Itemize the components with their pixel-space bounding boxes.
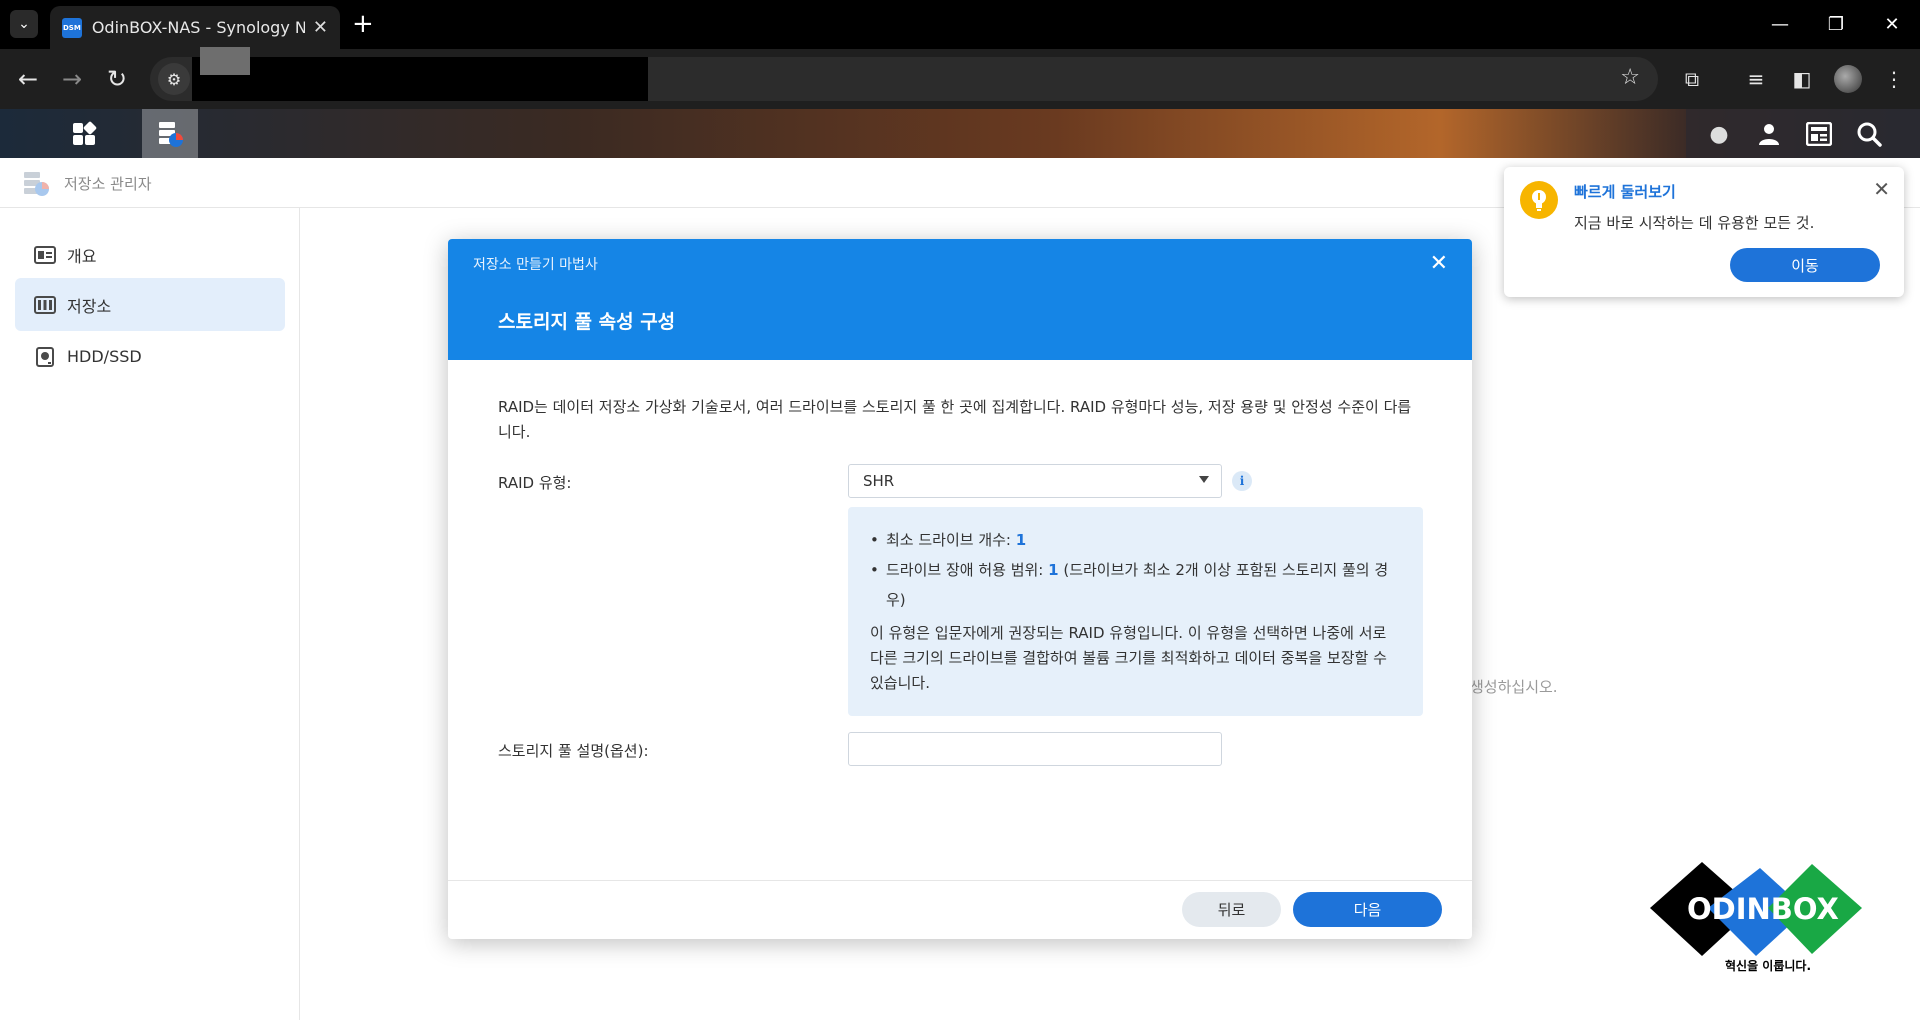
browser-menu-icon[interactable]: ⋮	[1878, 63, 1910, 95]
restore-button[interactable]: ❐	[1808, 0, 1864, 49]
close-icon[interactable]: ✕	[1430, 251, 1448, 276]
storage-columns-icon	[33, 295, 57, 315]
quick-tour-toast: 빠르게 둘러보기 지금 바로 시작하는 데 유용한 모든 것. ✕ 이동	[1504, 167, 1904, 297]
raid-type-select[interactable]: SHR	[848, 464, 1222, 498]
footer-divider	[448, 880, 1472, 881]
dsm-taskbar: ●	[0, 109, 1920, 158]
user-icon[interactable]	[1754, 119, 1784, 149]
create-storage-wizard-dialog: 저장소 만들기 마법사 ✕ 스토리지 풀 속성 구성 RAID는 데이터 저장소…	[448, 239, 1472, 939]
raid-info-box: 최소 드라이브 개수: 1 드라이브 장애 허용 범위: 1 (드라이브가 최소…	[848, 507, 1423, 716]
raid-description-text: RAID는 데이터 저장소 가상화 기술로서, 여러 드라이브를 스토리지 풀 …	[498, 398, 1412, 441]
pool-description-input[interactable]	[848, 732, 1222, 766]
sidebar-item-storage[interactable]: 저장소	[15, 278, 285, 331]
browser-toolbar: ← → ↻ ⚙ ☆ ⧉ ≡ ◧ ⋮	[0, 47, 1920, 109]
toast-title: 빠르게 둘러보기	[1574, 183, 1676, 201]
url-redacted	[192, 57, 648, 101]
sidebar-item-hdd-ssd[interactable]: HDD/SSD	[15, 330, 285, 383]
profile-avatar[interactable]	[1834, 65, 1862, 93]
sidebar: 개요 저장소 HDD/SSD	[0, 208, 300, 1020]
dsm-favicon-icon: DSM	[62, 17, 82, 38]
fault-tolerance-value: 1	[1048, 561, 1059, 579]
background-hint-text: 생성하십시오.	[1470, 678, 1558, 696]
step-title: 스토리지 풀 속성 구성	[498, 311, 676, 333]
logo-text: ODINBOX	[1687, 892, 1839, 926]
minimize-button[interactable]: —	[1752, 0, 1808, 49]
extensions-icon[interactable]: ⧉	[1676, 63, 1708, 95]
overview-card-icon	[33, 245, 57, 265]
new-tab-button[interactable]: +	[352, 10, 374, 38]
fault-tolerance-label: 드라이브 장애 허용 범위:	[886, 561, 1044, 579]
close-icon[interactable]: ✕	[1873, 177, 1890, 201]
forward-arrow-icon[interactable]: →	[56, 63, 88, 95]
dialog-window-title: 저장소 만들기 마법사	[473, 257, 598, 273]
back-arrow-icon[interactable]: ←	[12, 63, 44, 95]
pool-description-label: 스토리지 풀 설명(옵션):	[498, 742, 649, 760]
disk-icon	[33, 346, 57, 367]
info-icon[interactable]: i	[1232, 471, 1252, 491]
min-drives-label: 최소 드라이브 개수:	[886, 531, 1011, 549]
bookmark-star-icon[interactable]: ☆	[1620, 65, 1640, 90]
address-bar[interactable]: ⚙ ☆	[150, 47, 1658, 101]
toast-message: 지금 바로 시작하는 데 유용한 모든 것.	[1574, 214, 1815, 232]
go-button[interactable]: 이동	[1730, 248, 1880, 282]
fault-tolerance-item: 드라이브 장애 허용 범위: 1 (드라이브가 최소 2개 이상 포함된 스토리…	[870, 555, 1401, 615]
min-drives-value: 1	[1015, 531, 1027, 549]
storage-manager-taskbar-icon[interactable]	[142, 109, 198, 158]
side-panel-icon[interactable]: ◧	[1786, 63, 1818, 95]
tab-close-icon[interactable]: ✕	[313, 17, 328, 38]
tab-title: OdinBOX-NAS - Synology NAS	[91, 18, 305, 37]
sidebar-item-overview[interactable]: 개요	[15, 228, 285, 281]
main-menu-grid-icon[interactable]	[56, 109, 112, 158]
close-window-button[interactable]: ✕	[1864, 0, 1920, 49]
dialog-header: 저장소 만들기 마법사 ✕ 스토리지 풀 속성 구성	[448, 239, 1472, 360]
raid-type-value: SHR	[863, 472, 895, 490]
tab-search-dropdown-icon[interactable]: ⌄	[10, 10, 38, 38]
min-drives-item: 최소 드라이브 개수: 1	[870, 525, 1401, 555]
raid-type-recommendation: 이 유형은 입문자에게 권장되는 RAID 유형입니다. 이 유형을 선택하면 …	[870, 624, 1387, 692]
back-button[interactable]: 뒤로	[1182, 892, 1281, 927]
url-redacted-block	[200, 47, 250, 75]
sidebar-item-label: 저장소	[67, 296, 112, 316]
sidebar-item-label: 개요	[67, 246, 97, 266]
search-icon[interactable]	[1854, 119, 1884, 149]
storage-manager-app-icon	[24, 172, 49, 196]
media-controls-icon[interactable]: ≡	[1740, 63, 1772, 95]
lightbulb-icon	[1520, 181, 1558, 219]
next-button[interactable]: 다음	[1293, 892, 1442, 927]
logo-tagline: 혁신을 이룹니다.	[1725, 959, 1812, 973]
browser-tab-bar: ⌄ DSM OdinBOX-NAS - Synology NAS ✕ + — ❐…	[0, 0, 1920, 49]
dsm-taskbar-right-group: ●	[1686, 109, 1920, 158]
raid-type-label: RAID 유형:	[498, 474, 572, 492]
chevron-down-icon	[1199, 476, 1209, 483]
site-info-icon[interactable]: ⚙	[158, 63, 190, 95]
odinbox-watermark-logo: ODINBOX 혁신을 이룹니다.	[1650, 860, 1870, 975]
widgets-icon[interactable]	[1804, 119, 1834, 149]
chat-bubble-icon[interactable]: ●	[1704, 119, 1734, 149]
reload-icon[interactable]: ↻	[101, 63, 133, 95]
app-title: 저장소 관리자	[64, 175, 152, 193]
sidebar-item-label: HDD/SSD	[67, 347, 142, 366]
browser-tab-active[interactable]: DSM OdinBOX-NAS - Synology NAS ✕	[50, 6, 340, 49]
